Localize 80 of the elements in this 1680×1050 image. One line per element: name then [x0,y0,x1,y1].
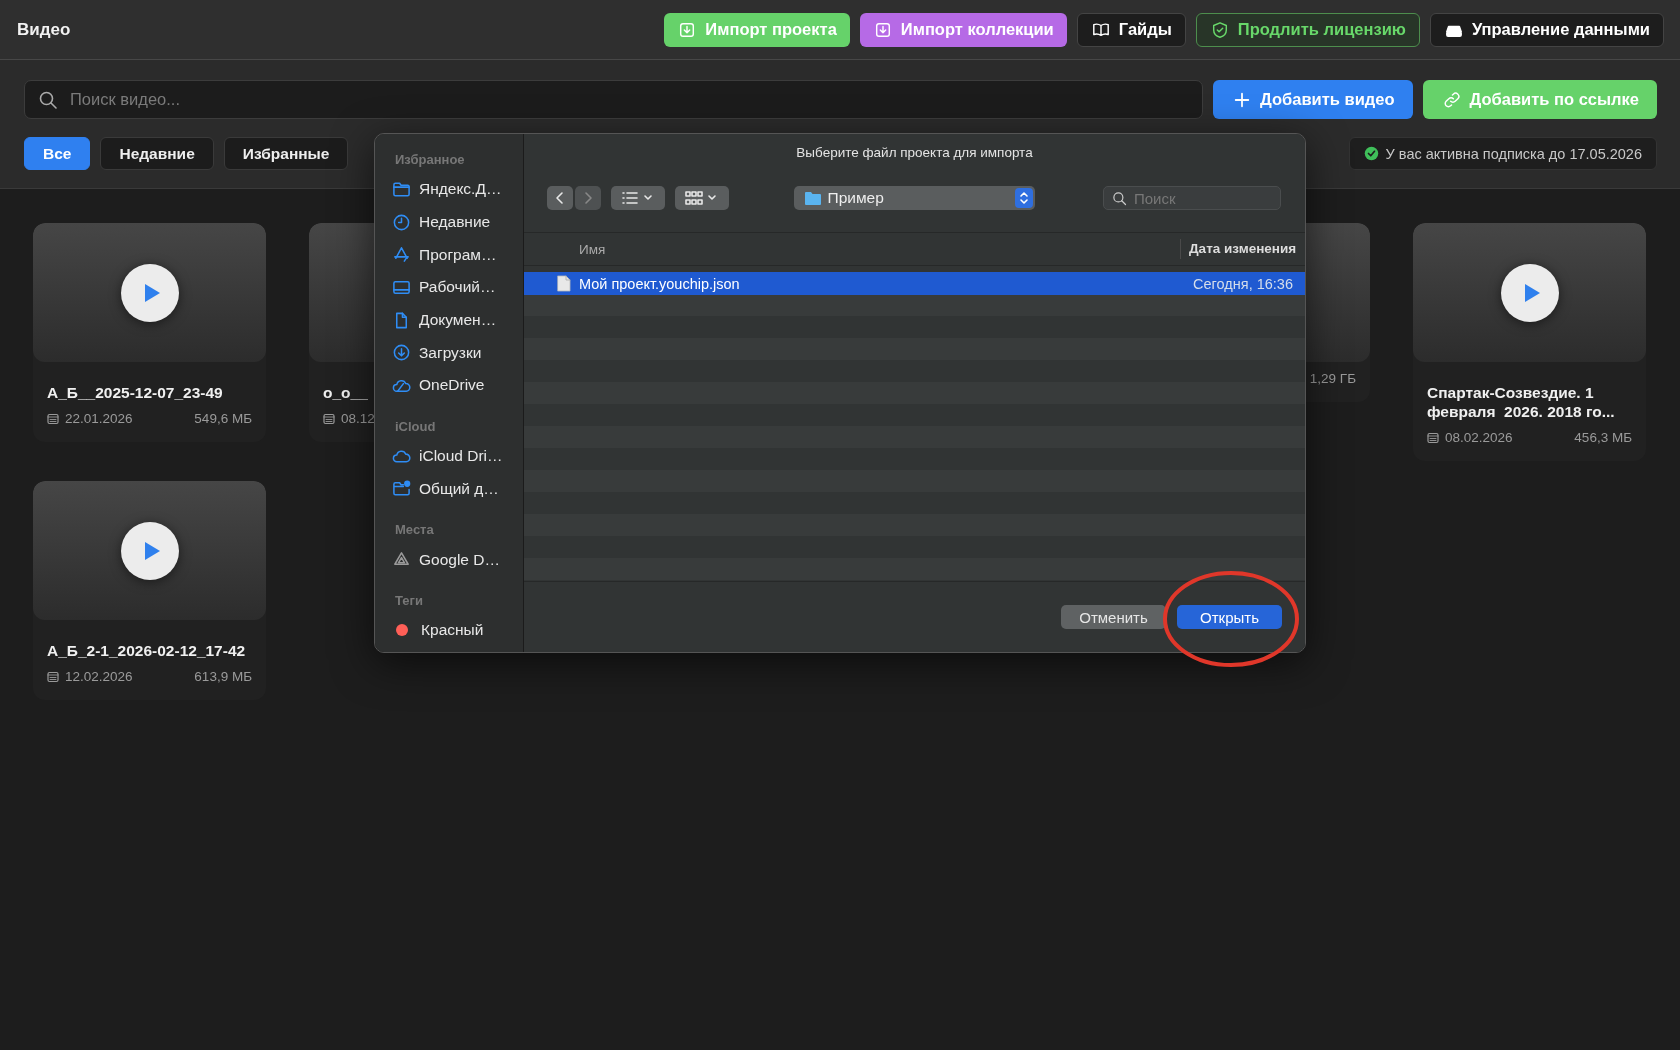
sidebar-item[interactable]: Яндекс.Д… [392,173,523,206]
link-icon [1442,90,1461,109]
sidebar-item[interactable]: Докумен… [392,303,523,337]
play-button-icon [120,263,179,322]
header-button[interactable]: Продлить лицензию [1195,12,1420,47]
sidebar-item[interactable]: Програм… [392,238,523,272]
sidebar-item[interactable]: Красный [392,613,523,647]
video-date: 22.01.2026 [65,411,133,426]
add-button[interactable]: Добавить видео [1213,80,1413,119]
chevron-right-icon [582,191,594,205]
document-icon [557,275,571,292]
location-popup[interactable]: Пример [793,186,1035,210]
filter-tab[interactable]: Избранные [223,137,349,170]
clock-icon [392,212,411,232]
list-view-icon [621,190,655,206]
video-title: А_Б_2-1_2026-02-12_17-42 [47,641,246,660]
video-card[interactable]: А_Б__2025-12-07_23-49 22.01.2026 549,6 МБ [33,223,266,442]
grid-view-button[interactable] [675,186,729,210]
video-date: 12.02.2026 [65,669,133,684]
chevron-left-icon [554,191,566,205]
column-header[interactable]: Дата изменения [1180,239,1305,259]
dialog-search-field[interactable]: Поиск [1103,186,1281,210]
import-icon [873,20,892,39]
open-button[interactable]: Открыть [1177,605,1282,629]
stepper-icon [1014,188,1033,208]
play-button-icon [120,521,179,580]
sidebar-heading: Теги [395,592,424,608]
sidebar-item[interactable]: OneDrive [392,369,523,402]
search-field[interactable]: Поиск видео... [24,80,1203,119]
video-title: А_Б__2025-12-07_23-49 [47,383,223,402]
file-date: Сегодня, 16:36 [1193,275,1294,292]
header-button[interactable]: Гайды [1076,12,1186,47]
file-row[interactable]: Мой проект.youchip.json Сегодня, 16:36 [524,272,1305,295]
video-title: Спартак-Созвездие. 1 февраля 2026. 2018 го... [1427,383,1616,421]
calendar-icon [47,412,59,425]
sidebar-heading: Избранное [395,152,466,167]
sidebar-heading: iCloud [395,418,437,434]
app-store-icon [392,245,411,265]
video-size: 549,6 МБ [194,411,252,426]
book-icon [1091,20,1110,39]
dialog-title: Выберите файл проекта для импорта [795,144,1034,162]
sidebar-item[interactable]: Недавние [392,205,523,239]
video-card[interactable]: Спартак-Созвездие. 1 февраля 2026. 2018 го... 08.02.2026 456,3 МБ [1413,223,1646,461]
calendar-icon [323,412,335,425]
header-button[interactable]: Управление данными [1429,12,1664,47]
video-size: 456,3 МБ [1574,430,1632,445]
calendar-icon [47,670,59,683]
subscription-text: У вас активна подписка до 17.05.2026 [1385,145,1642,162]
import-icon [678,20,697,39]
cancel-button[interactable]: Отменить [1061,605,1166,629]
filter-tab[interactable]: Все [24,137,91,170]
search-icon [1112,191,1127,206]
sidebar-item[interactable]: iCloud Dri… [392,439,523,473]
plus-icon [1233,90,1251,109]
download-icon [392,343,411,363]
video-date: 08.12 [341,411,375,426]
video-title: о_о__ [323,383,368,402]
file-name: Мой проект.youchip.json [579,275,741,292]
video-size: 613,9 МБ [194,669,252,684]
sidebar-heading: Места [395,522,435,538]
app-title: Видео [17,19,71,40]
back-button[interactable] [547,186,573,210]
column-header[interactable]: Имя [524,241,1180,257]
sidebar-item[interactable]: Загрузки [392,336,523,370]
play-button-icon [1500,263,1559,322]
video-date: 08.02.2026 [1445,430,1513,445]
sidebar-item[interactable]: Рабочий… [392,271,523,304]
check-circle-icon [1363,146,1379,161]
list-view-button[interactable] [611,186,665,210]
search-icon [38,90,58,110]
sidebar-item[interactable]: Google D… [392,543,523,576]
calendar-icon [1427,431,1439,444]
sidebar-item[interactable]: Общий д… [392,472,523,506]
folder-icon [803,190,822,206]
grid-view-icon [685,190,719,206]
filter-tab[interactable]: Недавние [100,137,214,170]
forward-button[interactable] [575,186,601,210]
video-size: 1,29 ГБ [1309,371,1356,386]
shield-check-icon [1210,20,1229,39]
video-card[interactable]: А_Б_2-1_2026-02-12_17-42 12.02.2026 613,9 МБ [33,481,266,700]
